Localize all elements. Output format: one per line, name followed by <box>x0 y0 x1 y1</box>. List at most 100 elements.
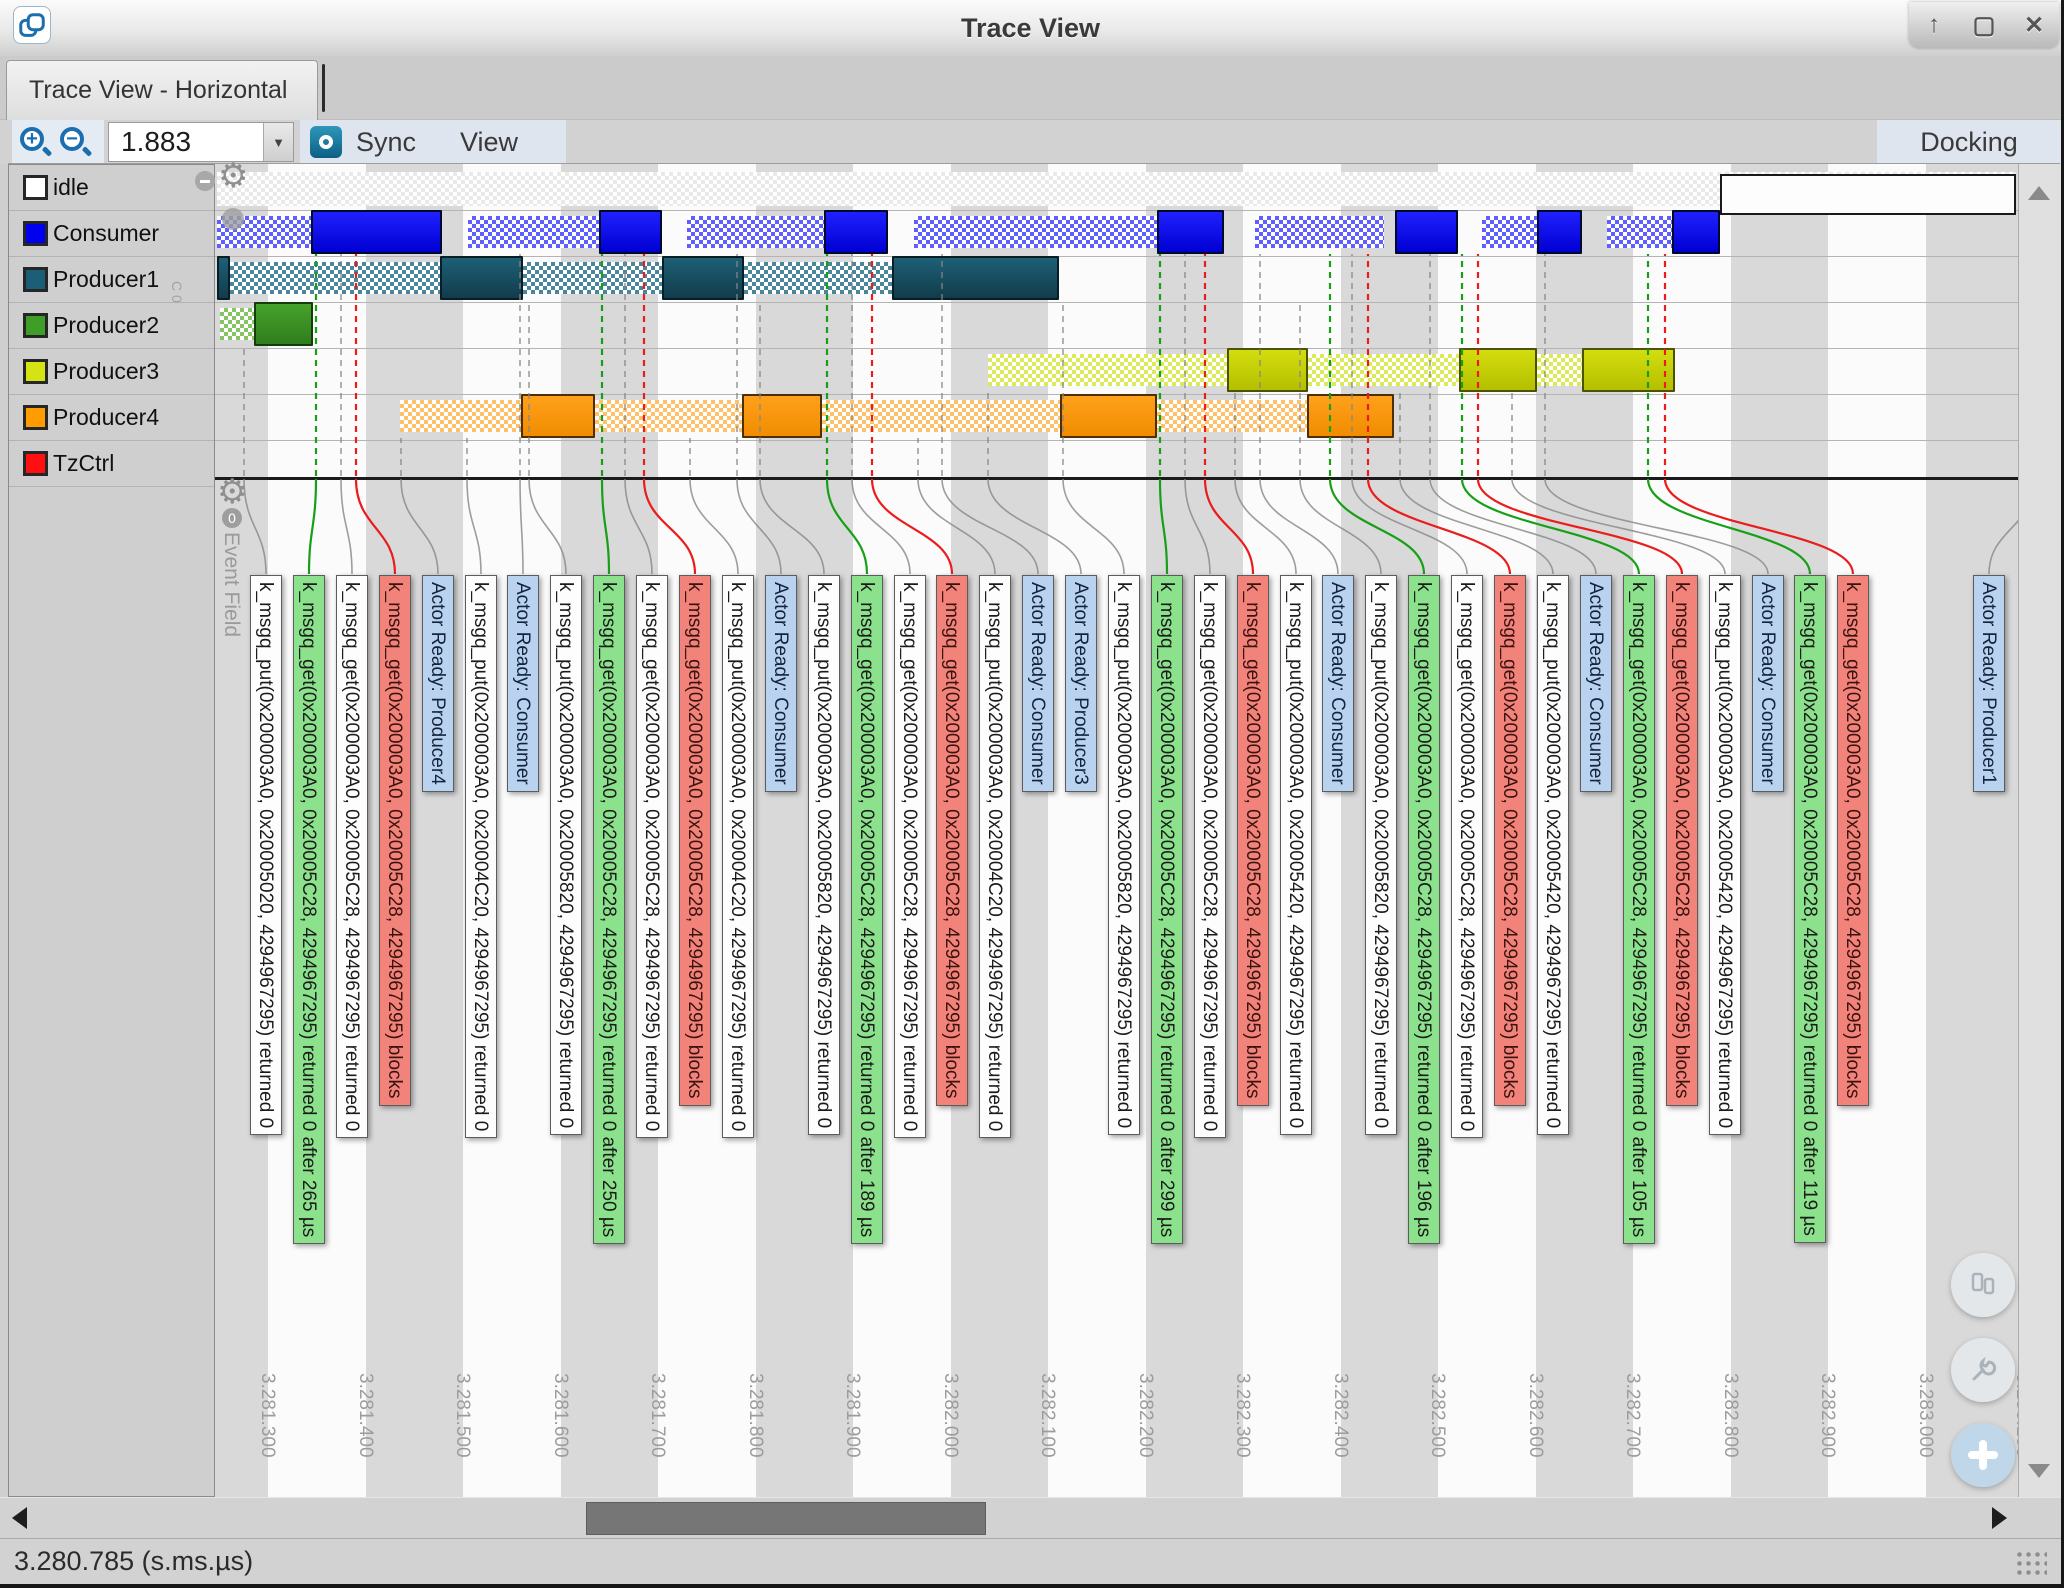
producer4-running-bar[interactable] <box>521 394 595 438</box>
event-label-ready[interactable]: Actor Ready: Consumer <box>765 575 797 792</box>
vertical-scrollbar[interactable] <box>2018 164 2061 1497</box>
event-label-get_done[interactable]: k_msgq_get(0x200003A0, 0x20005C28, 42949… <box>593 575 625 1244</box>
producer2-waiting-bar[interactable] <box>220 308 254 340</box>
producer3-waiting-bar[interactable] <box>1537 354 1582 386</box>
event-label-ready[interactable]: Actor Ready: Producer3 <box>1065 575 1097 792</box>
gear-icon[interactable]: ⚙ <box>218 156 248 196</box>
event-field-marker-icon[interactable]: 0 <box>222 508 242 528</box>
producer3-waiting-bar[interactable] <box>1308 354 1459 386</box>
producer1-waiting-bar[interactable] <box>230 262 440 294</box>
event-label-get_block[interactable]: k_msgq_get(0x200003A0, 0x20005C28, 42949… <box>1237 575 1269 1106</box>
legend-row-consumer[interactable]: Consumer <box>9 211 214 257</box>
producer3-running-bar[interactable] <box>1459 348 1537 392</box>
maximize-button[interactable]: ▢ <box>1967 11 2001 40</box>
event-label-put[interactable]: k_msgq_put(0x200003A0, 0x20005820, 42949… <box>1365 575 1397 1135</box>
event-label-ready[interactable]: Actor Ready: Producer4 <box>422 575 454 792</box>
event-label-put[interactable]: k_msgq_put(0x200003A0, 0x20005420, 42949… <box>1280 575 1312 1135</box>
zoom-out-button[interactable]: − <box>58 125 92 159</box>
event-label-put[interactable]: k_msgq_put(0x200003A0, 0x20005420, 42949… <box>1709 575 1741 1135</box>
docking-button[interactable]: Docking <box>1877 120 2061 164</box>
producer4-waiting-bar[interactable] <box>822 400 1060 432</box>
event-label-get_block[interactable]: k_msgq_get(0x200003A0, 0x20005C28, 42949… <box>1666 575 1698 1106</box>
producer3-running-bar[interactable] <box>1227 348 1308 392</box>
consumer-waiting-bar[interactable] <box>687 216 824 248</box>
producer2-running-bar[interactable] <box>254 302 313 346</box>
event-label-get_block[interactable]: k_msgq_get(0x200003A0, 0x20005C28, 42949… <box>679 575 711 1106</box>
event-label-ready[interactable]: Actor Ready: Consumer <box>1752 575 1784 792</box>
scroll-up-arrow-icon[interactable] <box>2028 186 2050 200</box>
event-label-ready[interactable]: Actor Ready: Consumer <box>1322 575 1354 792</box>
event-label-ready[interactable]: Actor Ready: Consumer <box>1022 575 1054 792</box>
event-label-ready[interactable]: Actor Ready: Consumer <box>507 575 539 792</box>
horizontal-scrollbar-thumb[interactable] <box>586 1502 986 1535</box>
consumer-waiting-bar[interactable] <box>1482 216 1537 248</box>
event-label-put[interactable]: k_msgq_put(0x200003A0, 0x20005020, 42949… <box>250 575 282 1135</box>
view-window-box[interactable] <box>1720 174 2016 215</box>
event-label-get_block[interactable]: k_msgq_get(0x200003A0, 0x20005C28, 42949… <box>1837 575 1869 1106</box>
event-label-ready[interactable]: Actor Ready: Producer1 <box>1973 575 2005 792</box>
scroll-right-arrow-icon[interactable] <box>1992 1507 2007 1529</box>
producer1-waiting-bar[interactable] <box>744 262 892 294</box>
producer1-running-bar[interactable] <box>892 256 1059 300</box>
link-icon[interactable] <box>222 208 244 230</box>
producer1-running-bar[interactable] <box>440 256 523 300</box>
event-label-get_ok[interactable]: k_msgq_get(0x200003A0, 0x20005C28, 42949… <box>894 575 926 1138</box>
consumer-waiting-bar[interactable] <box>914 216 1157 248</box>
event-label-put[interactable]: k_msgq_put(0x200003A0, 0x20004C20, 42949… <box>465 575 497 1138</box>
producer3-running-bar[interactable] <box>1582 348 1675 392</box>
event-label-get_done[interactable]: k_msgq_get(0x200003A0, 0x20005C28, 42949… <box>1794 575 1826 1243</box>
horizontal-scrollbar[interactable] <box>0 1497 2064 1538</box>
tab-trace-view-horizontal[interactable]: Trace View - Horizontal <box>6 60 318 120</box>
pan-tool-button[interactable] <box>1951 1253 2015 1317</box>
legend-row-producer4[interactable]: Producer4 <box>9 395 214 441</box>
zoom-level-value[interactable]: 1.883 <box>109 126 263 158</box>
consumer-running-bar[interactable] <box>824 210 888 254</box>
producer3-waiting-bar[interactable] <box>988 354 1227 386</box>
producer4-running-bar[interactable] <box>742 394 822 438</box>
event-label-get_ok[interactable]: k_msgq_get(0x200003A0, 0x20005C28, 42949… <box>1451 575 1483 1138</box>
event-label-get_block[interactable]: k_msgq_get(0x200003A0, 0x20005C28, 42949… <box>936 575 968 1106</box>
event-label-ready[interactable]: Actor Ready: Consumer <box>1580 575 1612 792</box>
consumer-running-bar[interactable] <box>1537 210 1582 254</box>
event-label-put[interactable]: k_msgq_put(0x200003A0, 0x20004C20, 42949… <box>979 575 1011 1138</box>
event-label-put[interactable]: k_msgq_put(0x200003A0, 0x20005420, 42949… <box>1537 575 1569 1135</box>
event-label-get_done[interactable]: k_msgq_get(0x200003A0, 0x20005C28, 42949… <box>851 575 883 1244</box>
legend-row-idle[interactable]: idle <box>9 165 214 211</box>
producer4-waiting-bar[interactable] <box>400 400 521 432</box>
consumer-running-bar[interactable] <box>1672 210 1720 254</box>
event-label-get_block[interactable]: k_msgq_get(0x200003A0, 0x20005C28, 42949… <box>379 575 411 1106</box>
event-label-put[interactable]: k_msgq_put(0x200003A0, 0x20005820, 42949… <box>550 575 582 1135</box>
scroll-down-arrow-icon[interactable] <box>2028 1464 2050 1478</box>
consumer-running-bar[interactable] <box>599 210 662 254</box>
consumer-waiting-bar[interactable] <box>1607 216 1672 248</box>
event-label-put[interactable]: k_msgq_put(0x200003A0, 0x20005820, 42949… <box>1108 575 1140 1135</box>
resize-grip[interactable] <box>2013 1548 2047 1576</box>
producer1-waiting-bar[interactable] <box>523 262 662 294</box>
timeline-canvas[interactable]: k_msgq_put(0x200003A0, 0x20005020, 42949… <box>215 164 2018 1497</box>
close-button[interactable]: ✕ <box>2017 11 2051 40</box>
legend-row-producer3[interactable]: Producer3 <box>9 349 214 395</box>
event-label-get_ok[interactable]: k_msgq_get(0x200003A0, 0x20005C28, 42949… <box>1194 575 1226 1138</box>
add-view-button[interactable] <box>1951 1423 2015 1487</box>
event-label-get_done[interactable]: k_msgq_get(0x200003A0, 0x20005C28, 42949… <box>1623 575 1655 1244</box>
producer1-running-bar[interactable] <box>217 256 230 300</box>
consumer-running-bar[interactable] <box>311 210 442 254</box>
event-label-get_done[interactable]: k_msgq_get(0x200003A0, 0x20005C28, 42949… <box>1151 575 1183 1244</box>
event-label-put[interactable]: k_msgq_put(0x200003A0, 0x20005820, 42949… <box>808 575 840 1135</box>
event-label-get_done[interactable]: k_msgq_get(0x200003A0, 0x20005C28, 42949… <box>1408 575 1440 1244</box>
scroll-left-arrow-icon[interactable] <box>12 1507 27 1529</box>
zoom-level-combobox[interactable]: 1.883 ▼ <box>108 122 294 162</box>
settings-wrench-button[interactable] <box>1951 1338 2015 1402</box>
producer4-running-bar[interactable] <box>1060 394 1157 438</box>
producer4-waiting-bar[interactable] <box>1157 400 1307 432</box>
consumer-running-bar[interactable] <box>1157 210 1224 254</box>
consumer-waiting-bar[interactable] <box>468 216 599 248</box>
consumer-running-bar[interactable] <box>1395 210 1458 254</box>
producer4-running-bar[interactable] <box>1307 394 1394 438</box>
legend-row-tzctrl[interactable]: TzCtrl <box>9 441 214 487</box>
zoom-in-button[interactable]: + <box>18 125 52 159</box>
chevron-down-icon[interactable]: ▼ <box>263 123 293 161</box>
consumer-waiting-bar[interactable] <box>1255 216 1384 248</box>
legend-row-producer2[interactable]: Producer2 <box>9 303 214 349</box>
sync-menu[interactable]: Sync <box>356 127 416 158</box>
